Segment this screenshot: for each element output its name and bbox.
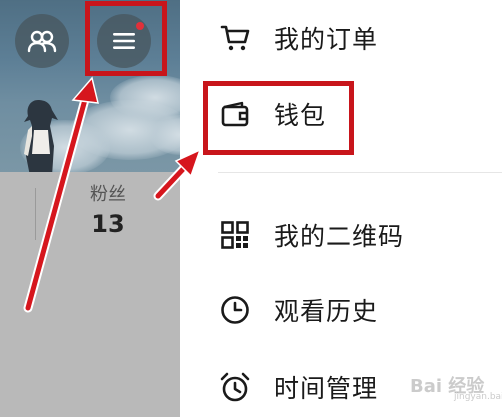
watermark-subtext: jingyan.baidu.com [454, 392, 502, 402]
highlight-box-wallet [203, 81, 354, 155]
menu-item-my-orders[interactable]: 我的订单 [180, 8, 502, 68]
menu-item-label: 我的二维码 [274, 222, 405, 251]
cart-icon [218, 21, 252, 55]
fans-label: 粉丝 [90, 184, 126, 205]
menu-divider [218, 172, 502, 173]
menu-item-my-qr-code[interactable]: 我的二维码 [180, 205, 502, 265]
stats-divider [35, 188, 36, 240]
app-screen: 粉丝 13 我的订单 钱包 我的二维码 观看历史 时间管理 Bai 经验 jin… [0, 0, 502, 417]
friends-icon [27, 30, 57, 53]
side-drawer-menu: 我的订单 钱包 我的二维码 观看历史 时间管理 [180, 0, 502, 417]
watermark: Bai 经验 jingyan.baidu.com [372, 362, 502, 412]
person-figure [24, 100, 58, 172]
menu-item-watch-history[interactable]: 观看历史 [180, 280, 502, 340]
menu-item-label: 时间管理 [274, 374, 379, 403]
highlight-box-menu-button [85, 1, 167, 76]
qr-code-icon [218, 218, 252, 252]
clock-icon [218, 293, 252, 327]
friends-button[interactable] [15, 14, 69, 68]
menu-item-label: 我的订单 [274, 25, 379, 54]
alarm-clock-icon [218, 370, 252, 404]
fans-count[interactable]: 13 [66, 210, 150, 238]
menu-item-label: 观看历史 [274, 297, 379, 326]
